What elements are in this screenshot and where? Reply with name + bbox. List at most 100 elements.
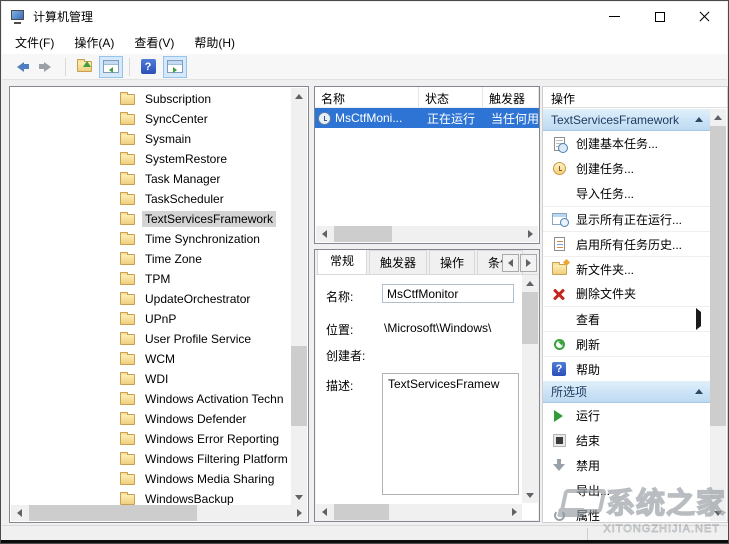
- action-label: 帮助: [576, 362, 601, 377]
- tree-item-windows-activation[interactable]: Windows Activation Techn: [10, 389, 291, 409]
- scroll-up-arrow[interactable]: [522, 275, 538, 291]
- scroll-down-arrow[interactable]: [522, 487, 538, 503]
- scroll-up-arrow[interactable]: [710, 109, 726, 125]
- scroll-right-arrow[interactable]: [506, 504, 522, 520]
- details-vertical-scrollbar[interactable]: [522, 275, 538, 503]
- show-action-pane-button[interactable]: [163, 55, 187, 78]
- tree-horizontal-scrollbar[interactable]: [11, 505, 307, 521]
- tree-item-updateorchestrator[interactable]: UpdateOrchestrator: [10, 289, 291, 309]
- tree-item-task-manager[interactable]: Task Manager: [10, 169, 291, 189]
- column-header-name[interactable]: 名称: [315, 87, 419, 107]
- show-console-tree-button[interactable]: [99, 55, 123, 78]
- tab-general[interactable]: 常规: [317, 250, 368, 274]
- scroll-left-arrow[interactable]: [316, 226, 332, 242]
- window-bottom-edge: [1, 540, 728, 543]
- action-end[interactable]: 结束: [543, 428, 711, 453]
- menu-action[interactable]: 操作(A): [64, 30, 124, 55]
- tree-item-wcm[interactable]: WCM: [10, 349, 291, 369]
- help-button[interactable]: ?: [136, 56, 160, 78]
- tree-item-upnp[interactable]: UPnP: [10, 309, 291, 329]
- tree-item-wdi[interactable]: WDI: [10, 369, 291, 389]
- scrollbar-thumb[interactable]: [334, 504, 389, 520]
- task-list-horizontal-scrollbar[interactable]: [316, 226, 538, 242]
- up-one-level-button[interactable]: [72, 56, 96, 78]
- tree-item-user-profile-service[interactable]: User Profile Service: [10, 329, 291, 349]
- submenu-arrow-icon: [696, 308, 701, 330]
- scroll-right-arrow[interactable]: [291, 505, 307, 521]
- back-button[interactable]: [8, 56, 32, 78]
- status-bar-divider: [587, 528, 588, 540]
- scroll-down-arrow[interactable]: [710, 505, 726, 521]
- forward-button[interactable]: [35, 56, 59, 78]
- tab-triggers[interactable]: 触发器: [369, 250, 428, 274]
- scrollbar-thumb[interactable]: [334, 226, 392, 242]
- menu-view[interactable]: 查看(V): [124, 30, 184, 55]
- tree-item-subscription[interactable]: Subscription: [10, 89, 291, 109]
- action-label: 删除文件夹: [576, 287, 637, 301]
- tab-scroll-buttons: [501, 254, 537, 272]
- tree-item-label: SyncCenter: [145, 112, 208, 126]
- close-button[interactable]: [682, 2, 727, 31]
- tab-scroll-right-button[interactable]: [520, 254, 537, 272]
- actions-vertical-scrollbar[interactable]: [710, 109, 726, 521]
- scroll-left-arrow[interactable]: [11, 505, 27, 521]
- scroll-up-arrow[interactable]: [291, 88, 307, 104]
- scroll-left-arrow[interactable]: [316, 504, 332, 520]
- section-header-textservicesframework[interactable]: TextServicesFramework: [543, 109, 711, 131]
- column-header-trigger[interactable]: 触发器: [483, 87, 539, 107]
- action-export[interactable]: 导出...: [543, 478, 711, 503]
- tree-item-windowsbackup[interactable]: WindowsBackup: [10, 489, 291, 505]
- tree-item-systemrestore[interactable]: SystemRestore: [10, 149, 291, 169]
- run-icon: [551, 408, 567, 424]
- tree-item-time-zone[interactable]: Time Zone: [10, 249, 291, 269]
- action-create-basic-task[interactable]: 创建基本任务...: [543, 131, 711, 156]
- tree-item-textservicesframework[interactable]: TextServicesFramework: [10, 209, 291, 229]
- tree-item-synccenter[interactable]: SyncCenter: [10, 109, 291, 129]
- folder-icon: [120, 191, 135, 205]
- tree-item-windows-error-reporting[interactable]: Windows Error Reporting: [10, 429, 291, 449]
- tab-scroll-left-button[interactable]: [502, 254, 519, 272]
- description-field-label: 描述:: [326, 379, 354, 393]
- menu-file[interactable]: 文件(F): [5, 30, 64, 55]
- tree-item-sysmain[interactable]: Sysmain: [10, 129, 291, 149]
- description-field-box[interactable]: TextServicesFramew: [382, 373, 519, 495]
- action-delete-folder[interactable]: 删除文件夹: [543, 281, 711, 306]
- section-header-selected-item[interactable]: 所选项: [543, 381, 711, 403]
- action-display-running-tasks[interactable]: 显示所有正在运行...: [543, 206, 711, 231]
- task-row-msctfmonitor[interactable]: MsCtfMoni... 正在运行 当任何用: [315, 108, 539, 128]
- task-name-cell: MsCtfMoni...: [335, 111, 403, 125]
- minimize-icon: [609, 16, 620, 17]
- tree-item-windows-filtering-platform[interactable]: Windows Filtering Platform: [10, 449, 291, 469]
- tree-item-windows-media-sharing[interactable]: Windows Media Sharing: [10, 469, 291, 489]
- details-horizontal-scrollbar[interactable]: [316, 504, 522, 520]
- action-properties[interactable]: 属性: [543, 503, 711, 522]
- tree-item-tpm[interactable]: TPM: [10, 269, 291, 289]
- column-header-status[interactable]: 状态: [419, 87, 483, 107]
- action-refresh[interactable]: 刷新: [543, 331, 711, 356]
- tree-item-taskscheduler[interactable]: TaskScheduler: [10, 189, 291, 209]
- minimize-button[interactable]: [592, 2, 637, 31]
- maximize-button[interactable]: [637, 2, 682, 31]
- scroll-down-arrow[interactable]: [291, 489, 307, 505]
- action-disable[interactable]: 禁用: [543, 453, 711, 478]
- name-field-input[interactable]: [382, 284, 514, 303]
- action-import-task[interactable]: 导入任务...: [543, 181, 711, 206]
- scrollbar-thumb[interactable]: [522, 292, 538, 344]
- action-view[interactable]: 查看: [543, 306, 711, 331]
- action-label: 启用所有任务历史...: [576, 237, 683, 252]
- scrollbar-thumb[interactable]: [710, 126, 726, 426]
- action-enable-task-history[interactable]: 启用所有任务历史...: [543, 231, 711, 256]
- scrollbar-thumb[interactable]: [29, 505, 197, 521]
- tree-item-time-synchronization[interactable]: Time Synchronization: [10, 229, 291, 249]
- action-run[interactable]: 运行: [543, 403, 711, 428]
- action-new-folder[interactable]: 新文件夹...: [543, 256, 711, 281]
- tree-vertical-scrollbar[interactable]: [291, 88, 307, 505]
- action-create-task[interactable]: 创建任务...: [543, 156, 711, 181]
- scrollbar-thumb[interactable]: [291, 346, 307, 426]
- tab-actions[interactable]: 操作: [429, 250, 476, 274]
- menu-help[interactable]: 帮助(H): [184, 30, 245, 55]
- tree-item-windows-defender[interactable]: Windows Defender: [10, 409, 291, 429]
- author-field-label: 创建者:: [326, 349, 366, 363]
- action-help[interactable]: ? 帮助: [543, 356, 711, 381]
- scroll-right-arrow[interactable]: [522, 226, 538, 242]
